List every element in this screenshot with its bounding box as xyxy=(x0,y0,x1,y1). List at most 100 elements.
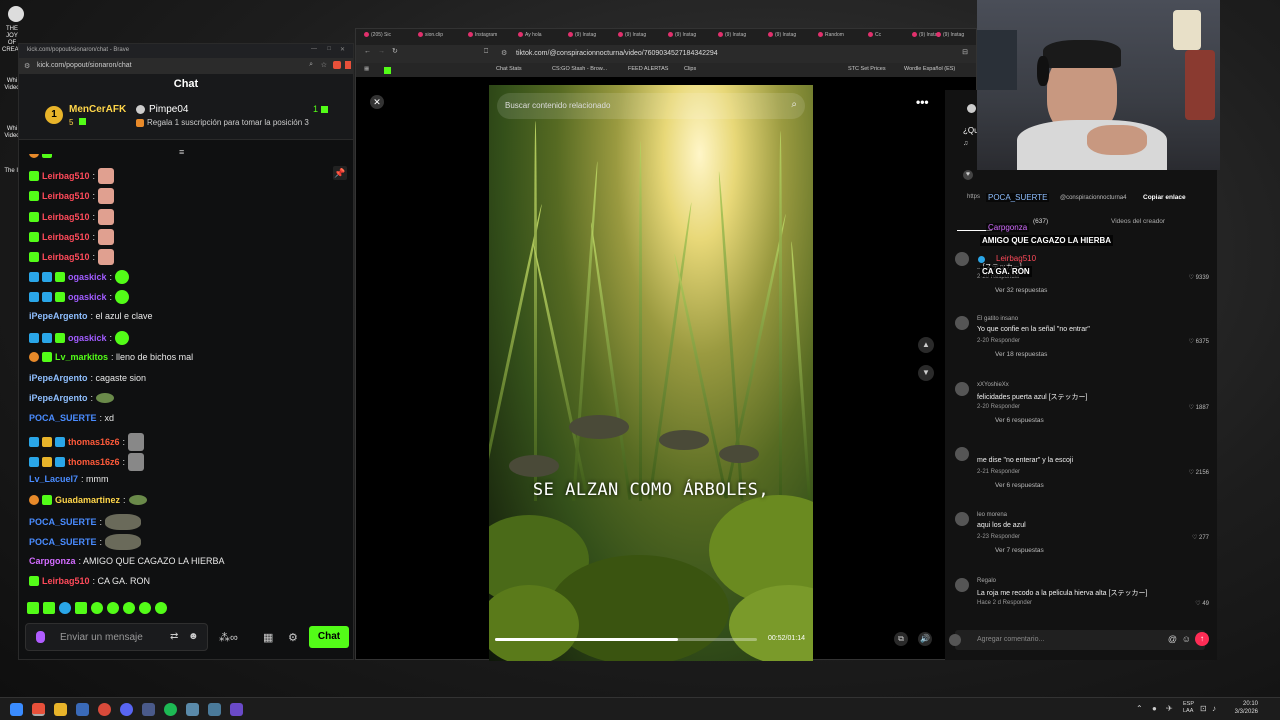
chat-username[interactable]: ogaskick xyxy=(68,271,107,283)
chat-username[interactable]: Leirbag510 xyxy=(42,170,90,182)
comment-likes[interactable]: ♡ 49 xyxy=(1195,600,1209,607)
browser-tab[interactable]: sion.clip xyxy=(418,32,464,42)
chat-username[interactable]: iPepeArgento xyxy=(29,372,88,384)
browser-tab[interactable]: Ay hola xyxy=(518,32,564,42)
chat-username[interactable]: thomas16z6 xyxy=(68,436,120,448)
bookmark-clips[interactable]: Clips xyxy=(684,66,696,72)
chat-username[interactable]: POCA_SUERTE xyxy=(29,516,97,528)
mention-icon[interactable]: @ xyxy=(1168,634,1177,644)
bookmark-favicon[interactable] xyxy=(384,67,391,74)
tiktok-url[interactable]: tiktok.com/@conspiracionnocturna/video/7… xyxy=(516,50,718,57)
add-comment-input[interactable]: Agregar comentario... @ ☺ ↑ xyxy=(949,630,1209,650)
chat-username[interactable]: Leirbag510 xyxy=(42,190,90,202)
chat-username[interactable]: Lv_Lacuel7 xyxy=(29,473,78,485)
clock-time[interactable]: 20:10 xyxy=(1228,701,1258,707)
emote-icon[interactable] xyxy=(43,602,55,614)
pin-emote-icon[interactable]: ⇄ xyxy=(170,631,178,642)
link-field[interactable]: https xyxy=(967,194,980,200)
comment-likes[interactable]: ♡ 277 xyxy=(1192,534,1209,541)
chat-username[interactable]: iPepeArgento xyxy=(29,392,88,404)
chat-username[interactable]: Leirbag510 xyxy=(42,575,90,587)
emote-icon[interactable] xyxy=(155,602,167,614)
browser-tab[interactable]: Random xyxy=(818,32,864,42)
file-explorer-icon[interactable] xyxy=(54,703,67,716)
zoom-icon[interactable]: ⌕ xyxy=(309,61,313,69)
app-icon[interactable] xyxy=(186,703,199,716)
emote-icon[interactable] xyxy=(59,602,71,614)
brave-shield-icon[interactable] xyxy=(333,61,341,69)
emoji-icon[interactable]: ☻ xyxy=(188,631,199,642)
browser-tab[interactable]: Instagram xyxy=(468,32,514,42)
view-replies-link[interactable]: Ver 6 respuestas xyxy=(995,417,1044,424)
emote-icon[interactable] xyxy=(91,602,103,614)
view-replies-link[interactable]: Ver 32 respuestas xyxy=(995,287,1047,294)
previous-video-button[interactable]: ▲ xyxy=(918,337,934,353)
volume-icon[interactable]: ♪ xyxy=(1212,704,1216,713)
search-bar[interactable]: Buscar contenido relacionado ⌕ xyxy=(497,93,805,119)
apps-icon[interactable]: ▦ xyxy=(364,66,369,72)
mic-icon[interactable] xyxy=(36,631,45,643)
app-icon[interactable] xyxy=(142,703,155,716)
bookmark-feed[interactable]: FEED ALERTAS xyxy=(628,66,668,72)
comment-likes[interactable]: ♡ 6375 xyxy=(1189,338,1209,345)
emote-icon[interactable] xyxy=(27,602,39,614)
profile-icon[interactable] xyxy=(967,104,976,113)
maximize-icon[interactable]: □ xyxy=(327,46,331,52)
next-video-button[interactable]: ▼ xyxy=(918,365,934,381)
view-replies-link[interactable]: Ver 7 respuestas xyxy=(995,547,1044,554)
chat-username[interactable]: ogaskick xyxy=(68,291,107,303)
chat-username[interactable]: Leirbag510 xyxy=(42,211,90,223)
volume-icon[interactable]: 🔊 xyxy=(918,632,932,646)
avatar[interactable] xyxy=(955,316,969,330)
gift-leaderboard[interactable]: 1 MenCerAFK 5 Pimpe04 1 Regala 1 suscrip… xyxy=(19,96,353,140)
spotify-icon[interactable] xyxy=(164,703,177,716)
close-icon[interactable]: ✕ xyxy=(340,46,345,53)
avatar[interactable] xyxy=(955,447,969,461)
app-icon[interactable] xyxy=(208,703,221,716)
more-options-icon[interactable]: ••• xyxy=(916,95,929,109)
network-icon[interactable]: ⊡ xyxy=(1200,704,1207,713)
reload-icon[interactable]: ↻ xyxy=(392,47,398,55)
like-icon[interactable]: ♥ xyxy=(963,170,973,180)
comment-author[interactable]: leo morena xyxy=(977,512,1007,518)
bookmark-wordle[interactable]: Wordle Español (ES) xyxy=(904,66,955,72)
avatar[interactable] xyxy=(955,382,969,396)
browser-tab[interactable]: (9) Instag xyxy=(718,32,764,42)
site-info-icon[interactable]: ⚙ xyxy=(501,49,507,57)
brave-rewards-icon[interactable] xyxy=(345,61,351,69)
bookmark-chat-stats[interactable]: Chat Stats xyxy=(496,66,522,72)
forward-icon[interactable]: → xyxy=(378,48,385,55)
chat-username[interactable]: iPepeArgento xyxy=(29,310,88,322)
tray-icon[interactable]: ● xyxy=(1152,704,1157,713)
close-video-button[interactable]: ✕ xyxy=(370,95,384,109)
bookmark-stc[interactable]: STC Set Prices xyxy=(848,66,886,72)
kick-address-bar[interactable]: ⚙ kick.com/popout/sionaron/chat ⌕ ☆ xyxy=(19,58,353,74)
search-icon[interactable]: ⌕ xyxy=(791,99,797,110)
comment-likes[interactable]: ♡ 1887 xyxy=(1189,404,1209,411)
discord-icon[interactable] xyxy=(120,703,133,716)
chat-username[interactable]: ogaskick xyxy=(68,332,107,344)
emote-icon[interactable] xyxy=(75,602,87,614)
app-icon[interactable] xyxy=(230,703,243,716)
avatar[interactable] xyxy=(955,252,969,266)
comment-author[interactable]: El gatito insano xyxy=(977,316,1018,322)
comment-meta[interactable]: 2-20 Responder xyxy=(977,404,1020,410)
minimize-icon[interactable]: — xyxy=(311,46,317,52)
bookmark-icon[interactable]: ⎕ xyxy=(484,48,488,56)
bookmark-csgo[interactable]: CS:GO Stash - Brow... xyxy=(552,66,607,72)
emote-icon[interactable] xyxy=(139,602,151,614)
chat-username[interactable]: Carpgonza xyxy=(29,555,76,567)
chat-username[interactable]: Guadamartinez xyxy=(55,494,120,506)
windows-start-icon[interactable] xyxy=(10,703,23,716)
comment-meta[interactable]: 2-21 Responder xyxy=(977,469,1020,475)
store-icon[interactable]: ▦ xyxy=(263,631,273,644)
users-icon[interactable]: ⁂∞ xyxy=(219,631,238,644)
tune-icon[interactable]: ⚙ xyxy=(24,62,30,70)
app-icon[interactable] xyxy=(76,703,89,716)
browser-tab[interactable]: (9) Instag xyxy=(568,32,614,42)
emote-icon[interactable] xyxy=(107,602,119,614)
chat-username[interactable]: Lv_markitos xyxy=(55,351,108,363)
chat-username[interactable]: Leirbag510 xyxy=(42,251,90,263)
comment-meta[interactable]: Hace 2 d Responder xyxy=(977,600,1032,606)
chat-username[interactable]: Leirbag510 xyxy=(42,231,90,243)
